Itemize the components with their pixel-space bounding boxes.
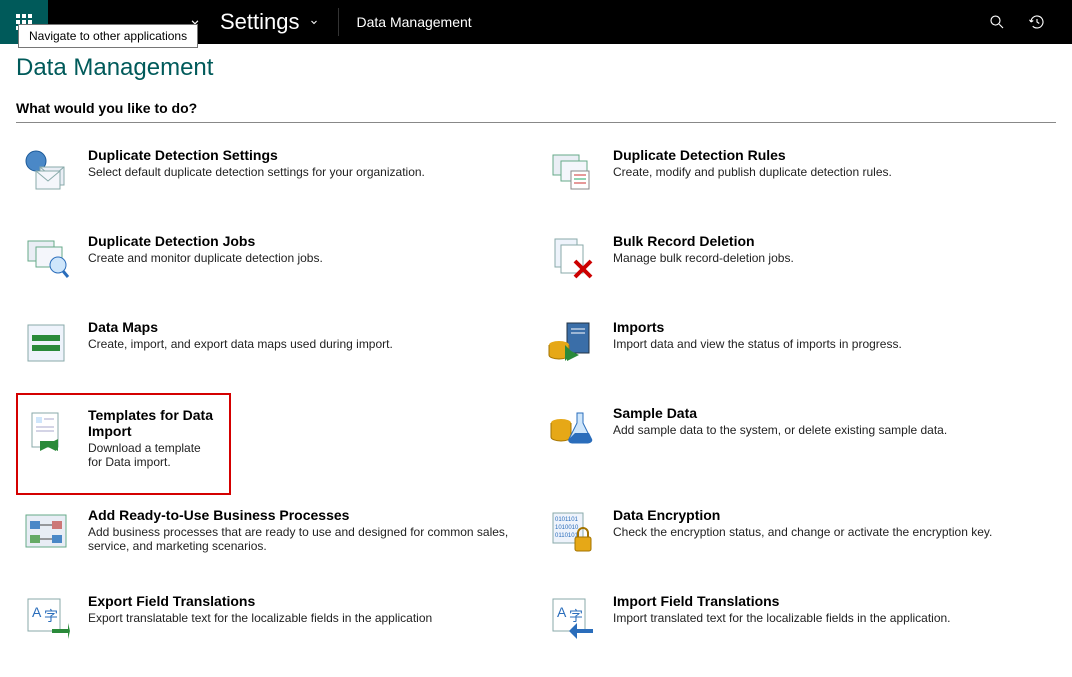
svg-text:字: 字	[569, 608, 583, 624]
item-data-encryption[interactable]: 010110110100100110101 Data Encryption Ch…	[541, 495, 1056, 581]
search-icon[interactable]	[988, 13, 1006, 31]
translate-import-icon: A字	[547, 593, 595, 641]
item-desc: Check the encryption status, and change …	[613, 525, 992, 539]
top-navigation-bar: Navigate to other applications Settings …	[0, 0, 1072, 44]
item-title: Import Field Translations	[613, 593, 951, 609]
item-import-field-translations[interactable]: A字 Import Field Translations Import tran…	[541, 581, 1056, 667]
item-duplicate-detection-settings[interactable]: Duplicate Detection Settings Select defa…	[16, 135, 531, 221]
item-title: Add Ready-to-Use Business Processes	[88, 507, 525, 523]
item-desc: Import data and view the status of impor…	[613, 337, 902, 351]
nav-settings-label: Settings	[220, 9, 300, 35]
item-title: Export Field Translations	[88, 593, 432, 609]
item-title: Duplicate Detection Settings	[88, 147, 425, 163]
item-title: Data Encryption	[613, 507, 992, 523]
envelope-search-icon	[22, 233, 70, 281]
page-content: Data Management What would you like to d…	[0, 44, 1072, 677]
document-template-icon	[22, 407, 70, 455]
item-bulk-record-deletion[interactable]: Bulk Record Deletion Manage bulk record-…	[541, 221, 1056, 307]
envelope-gear-icon	[22, 147, 70, 195]
item-data-maps[interactable]: Data Maps Create, import, and export dat…	[16, 307, 531, 393]
item-title: Duplicate Detection Rules	[613, 147, 892, 163]
item-duplicate-detection-rules[interactable]: Duplicate Detection Rules Create, modify…	[541, 135, 1056, 221]
item-add-ready-processes[interactable]: Add Ready-to-Use Business Processes Add …	[16, 495, 531, 581]
item-duplicate-detection-jobs[interactable]: Duplicate Detection Jobs Create and moni…	[16, 221, 531, 307]
item-desc: Select default duplicate detection setti…	[88, 165, 425, 179]
database-import-icon	[547, 319, 595, 367]
item-title: Data Maps	[88, 319, 393, 335]
lock-binary-icon: 010110110100100110101	[547, 507, 595, 555]
item-title: Imports	[613, 319, 902, 335]
svg-text:A: A	[32, 604, 42, 620]
page-title: Data Management	[16, 54, 1056, 82]
item-export-field-translations[interactable]: A字 Export Field Translations Export tran…	[16, 581, 531, 667]
breadcrumb[interactable]: Data Management	[339, 14, 490, 30]
app-switcher-tooltip: Navigate to other applications	[18, 24, 198, 48]
item-title: Duplicate Detection Jobs	[88, 233, 323, 249]
svg-text:字: 字	[44, 608, 58, 624]
flask-database-icon	[547, 405, 595, 453]
process-flow-icon	[22, 507, 70, 555]
item-desc: Export translatable text for the localiz…	[88, 611, 432, 625]
chevron-down-icon	[308, 16, 320, 28]
svg-text:0101101: 0101101	[555, 517, 579, 523]
envelope-list-icon	[547, 147, 595, 195]
translate-export-icon: A字	[22, 593, 70, 641]
svg-text:A: A	[557, 604, 567, 620]
item-desc: Create, import, and export data maps use…	[88, 337, 393, 351]
item-sample-data[interactable]: Sample Data Add sample data to the syste…	[541, 393, 1056, 495]
nav-settings[interactable]: Settings	[202, 0, 338, 44]
action-grid: Duplicate Detection Settings Select defa…	[16, 135, 1056, 667]
item-imports[interactable]: Imports Import data and view the status …	[541, 307, 1056, 393]
item-title: Templates for Data Import	[88, 407, 213, 439]
documents-delete-icon	[547, 233, 595, 281]
item-title: Sample Data	[613, 405, 947, 421]
item-desc: Create and monitor duplicate detection j…	[88, 251, 323, 265]
item-desc: Create, modify and publish duplicate det…	[613, 165, 892, 179]
data-map-icon	[22, 319, 70, 367]
item-desc: Add sample data to the system, or delete…	[613, 423, 947, 437]
item-title: Bulk Record Deletion	[613, 233, 794, 249]
item-desc: Download a template for Data import.	[88, 441, 213, 469]
item-desc: Add business processes that are ready to…	[88, 525, 525, 553]
history-icon[interactable]	[1028, 13, 1046, 31]
item-desc: Import translated text for the localizab…	[613, 611, 951, 625]
item-templates-for-data-import[interactable]: Templates for Data Import Download a tem…	[16, 393, 231, 495]
svg-text:1010010: 1010010	[555, 525, 579, 531]
section-title: What would you like to do?	[16, 96, 1056, 123]
item-desc: Manage bulk record-deletion jobs.	[613, 251, 794, 265]
